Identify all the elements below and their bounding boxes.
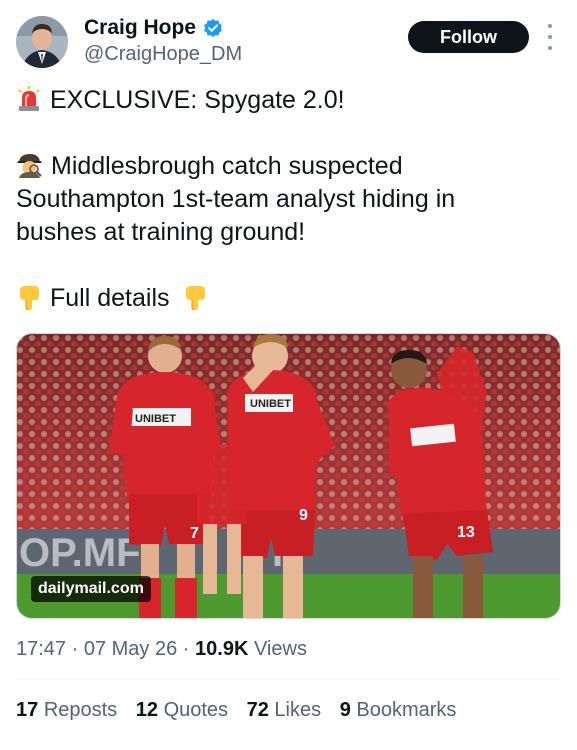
shirt-number-right: 13 [457,524,475,541]
tweet-time[interactable]: 17:47 [16,638,66,660]
verified-badge-icon [204,18,223,38]
tweet-meta: 17:47 · 07 May 26 · 10.9K Views [16,638,307,660]
author-block: Craig Hope @CraigHope_DM [84,16,242,66]
tweet-date[interactable]: 07 May 26 [84,638,177,660]
author-handle[interactable]: @CraigHope_DM [84,43,242,66]
views-label: Views [253,638,307,660]
tweet-line: Middlesbrough catch suspected [16,150,561,183]
tweet-line: Full details [16,282,561,315]
tweet-line-3: Southampton 1st-team analyst hiding in [16,185,456,213]
tweet-line-2: Middlesbrough catch suspected [51,152,403,180]
avatar[interactable] [16,16,68,68]
board-text: OP.MF [19,531,141,575]
shirt-number-center: 9 [299,507,308,524]
pointing-down-emoji [20,286,39,310]
shirt-number-left: 7 [190,525,199,542]
views-count: 10.9K [195,638,249,660]
tweet-line: EXCLUSIVE: Spygate 2.0! [16,84,561,117]
more-icon[interactable] [545,24,555,50]
follow-button[interactable]: Follow [408,21,529,53]
detective-emoji [16,154,43,178]
pointing-down-emoji [186,286,206,310]
tweet-text: EXCLUSIVE: Spygate 2.0! Middlesbrough ca… [16,84,561,315]
sponsor-left: UNIBET [135,413,176,425]
tweet-line-4: bushes at training ground! [16,218,306,246]
tweet-line-1: EXCLUSIVE: Spygate 2.0! [50,86,345,114]
reposts-stat[interactable]: 17 Reposts [16,699,117,722]
likes-stat[interactable]: 72 Likes [247,699,322,722]
tweet-media-image[interactable]: OP.MF K UNIBET 7 UNIBET [16,333,561,619]
source-badge: dailymail.com [31,576,151,602]
siren-emoji [18,86,40,111]
quotes-stat[interactable]: 12 Quotes [136,699,228,722]
engagement-stats: 17 Reposts 12 Quotes 72 Likes 9 Bookmark… [16,699,469,722]
bookmarks-stat[interactable]: 9 Bookmarks [340,699,457,722]
sponsor-center: UNIBET [250,398,291,410]
tweet-header: Craig Hope @CraigHope_DM Follow [16,14,561,74]
author-name[interactable]: Craig Hope [84,16,196,40]
tweet-line-5: Full details [50,284,170,312]
divider [16,679,561,680]
